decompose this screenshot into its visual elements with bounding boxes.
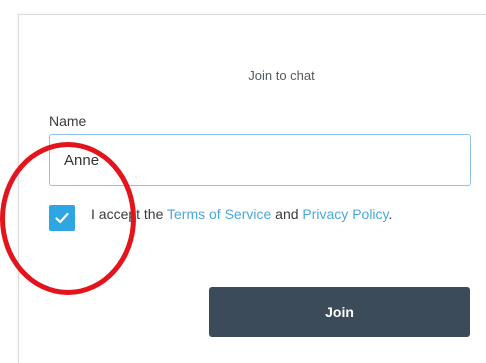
privacy-policy-link[interactable]: Privacy Policy bbox=[302, 206, 388, 222]
accept-terms-checkbox[interactable] bbox=[49, 205, 75, 231]
checkmark-icon bbox=[55, 212, 69, 224]
name-input[interactable] bbox=[49, 134, 471, 186]
join-button[interactable]: Join bbox=[209, 287, 470, 337]
accept-middle: and bbox=[271, 206, 303, 222]
accept-terms-row: I accept the Terms of Service and Privac… bbox=[49, 201, 469, 231]
accept-terms-text: I accept the Terms of Service and Privac… bbox=[91, 201, 451, 228]
accept-suffix: . bbox=[388, 206, 393, 222]
accept-prefix: I accept the bbox=[91, 206, 168, 222]
join-chat-card: Join to chat Name I accept the Terms of … bbox=[18, 14, 486, 363]
name-label: Name bbox=[49, 113, 87, 129]
form-title: Join to chat bbox=[248, 68, 315, 83]
terms-of-service-link[interactable]: Terms of Service bbox=[167, 206, 271, 222]
